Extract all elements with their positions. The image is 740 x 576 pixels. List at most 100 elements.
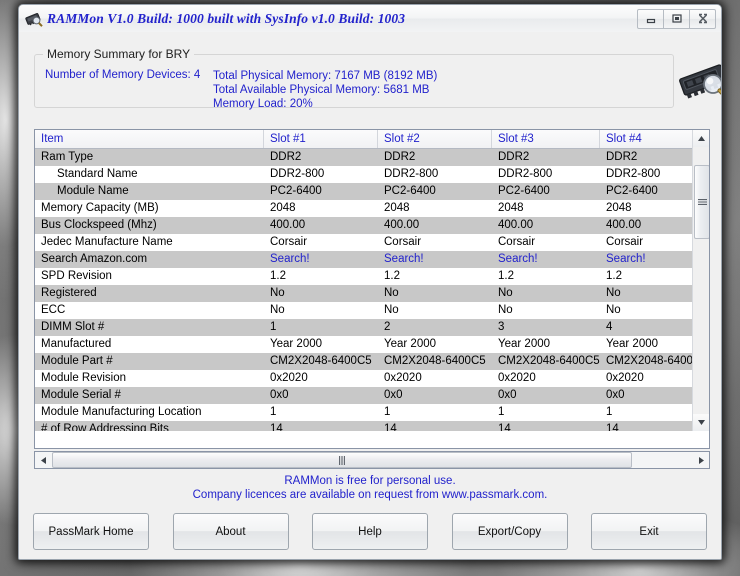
table-cell-value: 1.2 bbox=[270, 270, 286, 282]
table-cell-value: 2048 bbox=[498, 202, 524, 214]
table-cell-item: Registered bbox=[41, 287, 97, 299]
table-cell-value: 0x0 bbox=[606, 389, 625, 401]
table-cell-value: PC2-6400 bbox=[498, 185, 550, 197]
window-title: RAMMon V1.0 Build: 1000 built with SysIn… bbox=[47, 10, 406, 26]
scroll-right-arrow-icon[interactable] bbox=[693, 452, 709, 468]
table-cell-value: Corsair bbox=[384, 236, 422, 248]
scroll-left-arrow-icon[interactable] bbox=[35, 452, 51, 468]
table-row[interactable]: Module Part # CM2X2048-6400C5 CM2X2048-640… bbox=[35, 353, 709, 370]
table-cell-value: DDR2-800 bbox=[270, 168, 325, 180]
memory-summary-group: Memory Summary for BRY Number of Memory … bbox=[34, 47, 674, 110]
horizontal-scroll-thumb[interactable] bbox=[52, 452, 632, 468]
scroll-up-arrow-icon[interactable] bbox=[693, 130, 709, 147]
table-row[interactable]: Jedec Manufacture Name Corsair Corsair Cors… bbox=[35, 234, 709, 251]
table-body: Ram Type DDR2 DDR2 DDR2 DDR2 Standard Name DDR… bbox=[35, 149, 709, 431]
close-icon[interactable] bbox=[689, 8, 716, 29]
total-available-memory: Total Available Physical Memory: 5681 MB bbox=[213, 84, 430, 96]
memory-load: Memory Load: 20% bbox=[213, 98, 313, 110]
table-cell-value: No bbox=[270, 287, 285, 299]
table-column-header[interactable]: Item bbox=[35, 130, 264, 148]
table-column-header[interactable]: Slot #4 bbox=[600, 130, 694, 148]
table-cell-value: Year 2000 bbox=[270, 338, 323, 350]
table-row[interactable]: Ram Type DDR2 DDR2 DDR2 DDR2 bbox=[35, 149, 709, 166]
table-row[interactable]: Module Revision 0x2020 0x2020 0x2020 0x2020 bbox=[35, 370, 709, 387]
table-cell-item: DIMM Slot # bbox=[41, 321, 105, 333]
table-row[interactable]: Bus Clockspeed (Mhz) 400.00 400.00 400.00 40… bbox=[35, 217, 709, 234]
search-amazon-link[interactable]: Search! bbox=[600, 251, 694, 268]
table-cell-value: 0x2020 bbox=[498, 372, 536, 384]
export-copy-button[interactable]: Export/Copy bbox=[451, 513, 568, 550]
title-bar: RAMMon V1.0 Build: 1000 built with SysIn… bbox=[19, 5, 721, 33]
ram-magnifier-icon bbox=[25, 10, 43, 28]
button-bar: PassMark Home About Help Export/Copy Exit bbox=[19, 513, 721, 550]
table-cell-value: 0x2020 bbox=[270, 372, 308, 384]
table-row[interactable]: Module Serial # 0x0 0x0 0x0 0x0 bbox=[35, 387, 709, 404]
table-cell-item: Module Manufacturing Location bbox=[41, 406, 202, 418]
table-cell-value: No bbox=[498, 287, 513, 299]
table-row[interactable]: # of Row Addressing Bits 14 14 14 14 bbox=[35, 421, 709, 431]
restore-icon[interactable] bbox=[663, 8, 690, 29]
table-row[interactable]: Standard Name DDR2-800 DDR2-800 DDR2-800 DDR… bbox=[35, 166, 709, 183]
table-cell-value: 4 bbox=[606, 321, 613, 333]
table-cell-value: 1 bbox=[270, 406, 277, 418]
table-cell-value: 0x0 bbox=[384, 389, 403, 401]
table-cell-item: ECC bbox=[41, 304, 66, 316]
table-cell-item: Module Part # bbox=[41, 355, 113, 367]
table-cell-value: DDR2-800 bbox=[384, 168, 439, 180]
table-cell-value: 400.00 bbox=[384, 219, 420, 231]
passmark-home-button[interactable]: PassMark Home bbox=[33, 513, 149, 550]
table-cell-item: Module Name bbox=[57, 185, 129, 197]
rammon-window: RAMMon V1.0 Build: 1000 built with SysIn… bbox=[18, 4, 722, 560]
table-row[interactable]: Search Amazon.com Search! Search! Search! Se… bbox=[35, 251, 709, 268]
horizontal-scrollbar[interactable] bbox=[34, 451, 710, 469]
table-column-header[interactable]: Slot #3 bbox=[492, 130, 600, 148]
table-row[interactable]: Module Name PC2-6400 PC2-6400 PC2-6400 PC2-6… bbox=[35, 183, 709, 200]
table-row[interactable]: DIMM Slot # 1 2 3 4 bbox=[35, 319, 709, 336]
vertical-scrollbar[interactable] bbox=[692, 130, 709, 431]
table-cell-value: 0x0 bbox=[498, 389, 517, 401]
table-cell-value: Corsair bbox=[270, 236, 308, 248]
table-header-row: Item Slot #1 Slot #2 Slot #3 Slot #4 bbox=[35, 130, 709, 149]
search-amazon-link[interactable]: Search! bbox=[378, 251, 492, 268]
table-cell-value: CM2X2048-6400C5 bbox=[384, 355, 486, 367]
table-row[interactable]: Manufactured Year 2000 Year 2000 Year 2000 Y… bbox=[35, 336, 709, 353]
table-cell-value: 14 bbox=[498, 423, 511, 431]
table-cell-item: Manufactured bbox=[41, 338, 112, 350]
table-column-header[interactable]: Slot #2 bbox=[378, 130, 492, 148]
help-button[interactable]: Help bbox=[312, 513, 428, 550]
table-row[interactable]: Memory Capacity (MB) 2048 2048 2048 2048 bbox=[35, 200, 709, 217]
footer-line-1: RAMMon is free for personal use. bbox=[284, 475, 456, 487]
table-cell-value: DDR2 bbox=[384, 151, 416, 163]
total-physical-memory: Total Physical Memory: 7167 MB (8192 MB) bbox=[213, 70, 438, 82]
table-row[interactable]: SPD Revision 1.2 1.2 1.2 1.2 bbox=[35, 268, 709, 285]
table-cell-item: Jedec Manufacture Name bbox=[41, 236, 173, 248]
table-cell-value: DDR2-800 bbox=[606, 168, 661, 180]
search-amazon-link[interactable]: Search! bbox=[264, 251, 378, 268]
exit-button[interactable]: Exit bbox=[591, 513, 707, 550]
table-cell-value: 1 bbox=[498, 406, 505, 418]
table-cell-value: PC2-6400 bbox=[606, 185, 658, 197]
vertical-scroll-track[interactable] bbox=[693, 147, 709, 414]
table-cell-value: No bbox=[384, 287, 399, 299]
minimize-icon[interactable] bbox=[637, 8, 664, 29]
table-cell-value: DDR2 bbox=[270, 151, 302, 163]
about-button[interactable]: About bbox=[172, 513, 289, 550]
table-row[interactable]: ECC No No No No bbox=[35, 302, 709, 319]
table-cell-item: Module Serial # bbox=[41, 389, 121, 401]
table-row[interactable]: Module Manufacturing Location 1 1 1 1 bbox=[35, 404, 709, 421]
table-cell-value: No bbox=[498, 304, 513, 316]
table-cell-value: 3 bbox=[498, 321, 505, 333]
table-cell-value: 1 bbox=[606, 406, 613, 418]
table-cell-value: 1.2 bbox=[384, 270, 400, 282]
scroll-down-arrow-icon[interactable] bbox=[693, 414, 709, 431]
table-cell-value: No bbox=[606, 287, 621, 299]
table-cell-value: 400.00 bbox=[270, 219, 306, 231]
table-column-header[interactable]: Slot #1 bbox=[264, 130, 378, 148]
table-cell-value: DDR2-800 bbox=[498, 168, 553, 180]
vertical-scroll-thumb[interactable] bbox=[694, 165, 709, 239]
table-cell-item: Ram Type bbox=[41, 151, 94, 163]
table-row[interactable]: Registered No No No No bbox=[35, 285, 709, 302]
search-amazon-link[interactable]: Search! bbox=[492, 251, 600, 268]
table-cell-value: 0x2020 bbox=[384, 372, 422, 384]
table-cell-item: # of Row Addressing Bits bbox=[41, 423, 169, 431]
